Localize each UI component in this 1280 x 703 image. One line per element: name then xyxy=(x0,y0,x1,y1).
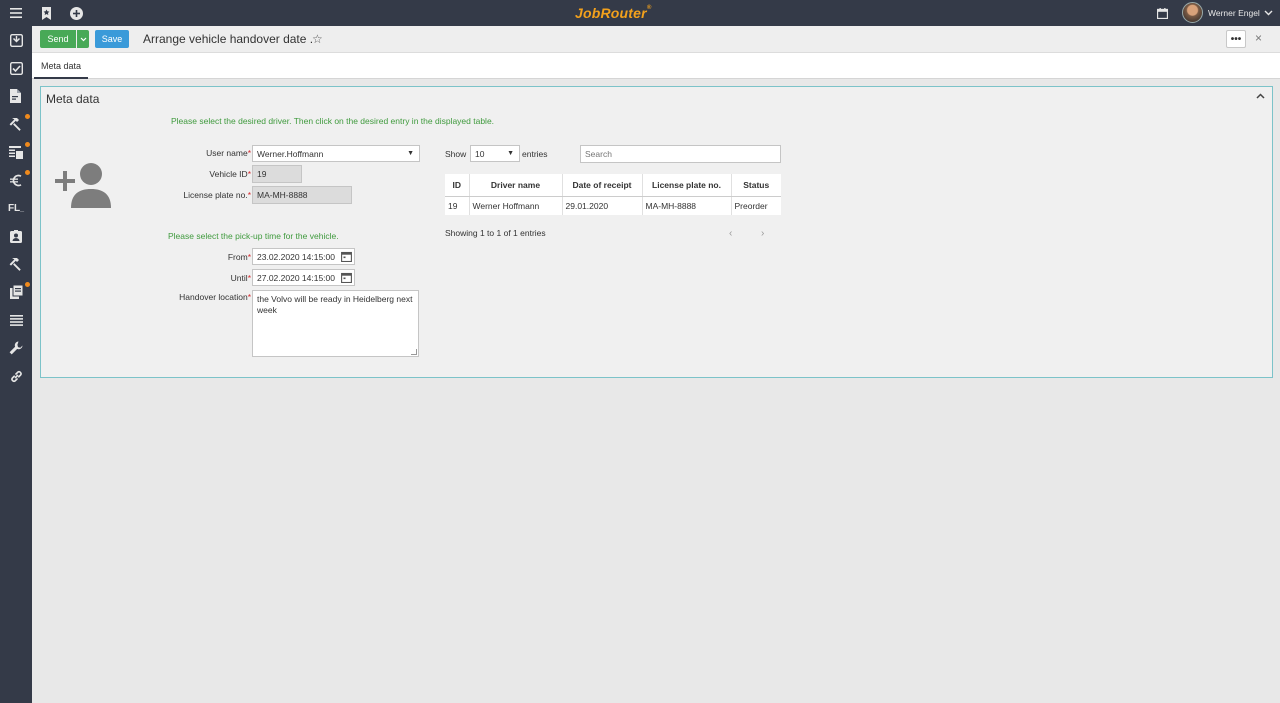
cell-date-of-receipt: 29.01.2020 xyxy=(562,196,643,215)
vehicle-id-label: Vehicle ID* xyxy=(209,169,251,179)
user-name-select[interactable]: Werner.Hoffmann ▼ xyxy=(252,145,420,162)
entries-select[interactable]: 10 ▼ xyxy=(470,145,520,162)
euro-icon[interactable] xyxy=(8,172,24,188)
chevron-down-icon xyxy=(80,37,86,41)
add-person-icon xyxy=(55,161,113,212)
from-datetime-input[interactable]: 23.02.2020 14:15:00 xyxy=(252,248,355,265)
license-plate-field: MA-MH-8888 xyxy=(252,186,352,204)
chevron-up-icon[interactable] xyxy=(1256,91,1265,101)
resize-handle-icon[interactable] xyxy=(411,349,417,355)
calendar-icon[interactable] xyxy=(341,251,352,264)
tool-hammer-icon[interactable] xyxy=(8,256,24,272)
hammer-icon[interactable] xyxy=(8,116,24,132)
column-header-license-plate[interactable]: License plate no. xyxy=(642,174,732,197)
clipboard-icon[interactable] xyxy=(8,284,24,300)
contact-card-icon[interactable] xyxy=(8,228,24,244)
menu-icon[interactable] xyxy=(8,5,24,21)
notification-dot xyxy=(25,114,30,119)
entries-value: 10 xyxy=(475,148,485,159)
caret-down-icon: ▼ xyxy=(507,150,514,157)
add-circle-icon[interactable] xyxy=(68,5,84,21)
table-info: Showing 1 to 1 of 1 entries xyxy=(445,228,546,238)
entries-label: entries xyxy=(522,149,548,159)
handover-location-label: Handover location* xyxy=(179,292,251,302)
toolbar: Send Save Arrange vehicle handover date … xyxy=(32,26,1280,53)
cell-license-plate: MA-MH-8888 xyxy=(642,196,732,215)
until-value: 27.02.2020 14:15:00 xyxy=(257,272,335,283)
send-button[interactable]: Send xyxy=(40,30,76,48)
top-bar: JobRouter® Werner Engel xyxy=(0,0,1280,26)
tab-bar: Meta data xyxy=(32,53,1280,79)
cell-driver-name: Werner Hoffmann xyxy=(469,196,563,215)
link-icon[interactable] xyxy=(8,368,24,384)
notification-dot xyxy=(25,170,30,175)
handover-location-textarea[interactable]: the Volvo will be ready in Heidelberg ne… xyxy=(252,290,419,357)
show-label: Show xyxy=(445,149,467,159)
column-header-driver-name[interactable]: Driver name xyxy=(469,174,563,197)
until-datetime-input[interactable]: 27.02.2020 14:15:00 xyxy=(252,269,355,286)
user-name-value: Werner.Hoffmann xyxy=(257,148,324,159)
table-row[interactable]: 19 Werner Hoffmann 29.01.2020 MA-MH-8888… xyxy=(445,196,781,215)
pickup-hint: Please select the pick-up time for the v… xyxy=(168,231,339,241)
next-page-icon[interactable]: › xyxy=(761,228,764,239)
column-header-date-of-receipt[interactable]: Date of receipt xyxy=(562,174,643,197)
table-header-row: ID Driver name Date of receipt License p… xyxy=(445,174,781,197)
vehicle-id-field: 19 xyxy=(252,165,302,183)
chevron-down-icon[interactable] xyxy=(1260,5,1276,21)
app-logo: JobRouter® xyxy=(575,5,652,21)
drivers-table: ID Driver name Date of receipt License p… xyxy=(445,174,781,215)
notification-dot xyxy=(25,142,30,147)
star-icon[interactable]: ☆ xyxy=(312,32,323,46)
send-dropdown-button[interactable] xyxy=(77,30,89,48)
notification-dot xyxy=(25,282,30,287)
user-name-label: User name* xyxy=(206,148,251,158)
order-list-icon[interactable] xyxy=(8,144,24,160)
cell-status: Preorder xyxy=(734,200,768,211)
close-icon[interactable]: × xyxy=(1255,31,1262,45)
document-edit-icon[interactable] xyxy=(8,88,24,104)
sidebar: FL_ xyxy=(0,26,32,703)
more-options-button[interactable]: ••• xyxy=(1226,30,1246,48)
panel-title: Meta data xyxy=(46,92,100,106)
list-icon[interactable] xyxy=(8,312,24,328)
from-label: From* xyxy=(227,252,251,262)
caret-down-icon: ▼ xyxy=(407,150,414,157)
column-header-status[interactable]: Status xyxy=(731,174,781,197)
cell-id: 19 xyxy=(445,196,470,215)
from-value: 23.02.2020 14:15:00 xyxy=(257,251,335,262)
calendar-icon[interactable] xyxy=(341,272,352,285)
inbox-icon[interactable] xyxy=(8,32,24,48)
fl-text-icon[interactable]: FL_ xyxy=(8,200,24,216)
meta-data-panel: Meta data Please select the desired driv… xyxy=(40,86,1273,378)
handover-location-value: the Volvo will be ready in Heidelberg ne… xyxy=(257,294,413,315)
calendar-icon[interactable] xyxy=(1154,5,1170,21)
tasks-check-icon[interactable] xyxy=(8,60,24,76)
until-label: Until* xyxy=(230,273,251,283)
wrench-icon[interactable] xyxy=(8,340,24,356)
license-plate-label: License plate no.* xyxy=(183,190,251,200)
page-title: Arrange vehicle handover date . xyxy=(143,32,314,46)
bookmark-icon[interactable] xyxy=(38,5,54,21)
previous-page-icon[interactable]: ‹ xyxy=(729,228,732,239)
driver-hint: Please select the desired driver. Then c… xyxy=(171,116,495,126)
column-header-id[interactable]: ID xyxy=(445,174,470,197)
search-input[interactable] xyxy=(580,145,781,163)
save-button[interactable]: Save xyxy=(95,30,129,48)
user-name[interactable]: Werner Engel xyxy=(1208,8,1260,18)
avatar[interactable] xyxy=(1182,2,1203,23)
tab-meta-data[interactable]: Meta data xyxy=(34,53,89,79)
